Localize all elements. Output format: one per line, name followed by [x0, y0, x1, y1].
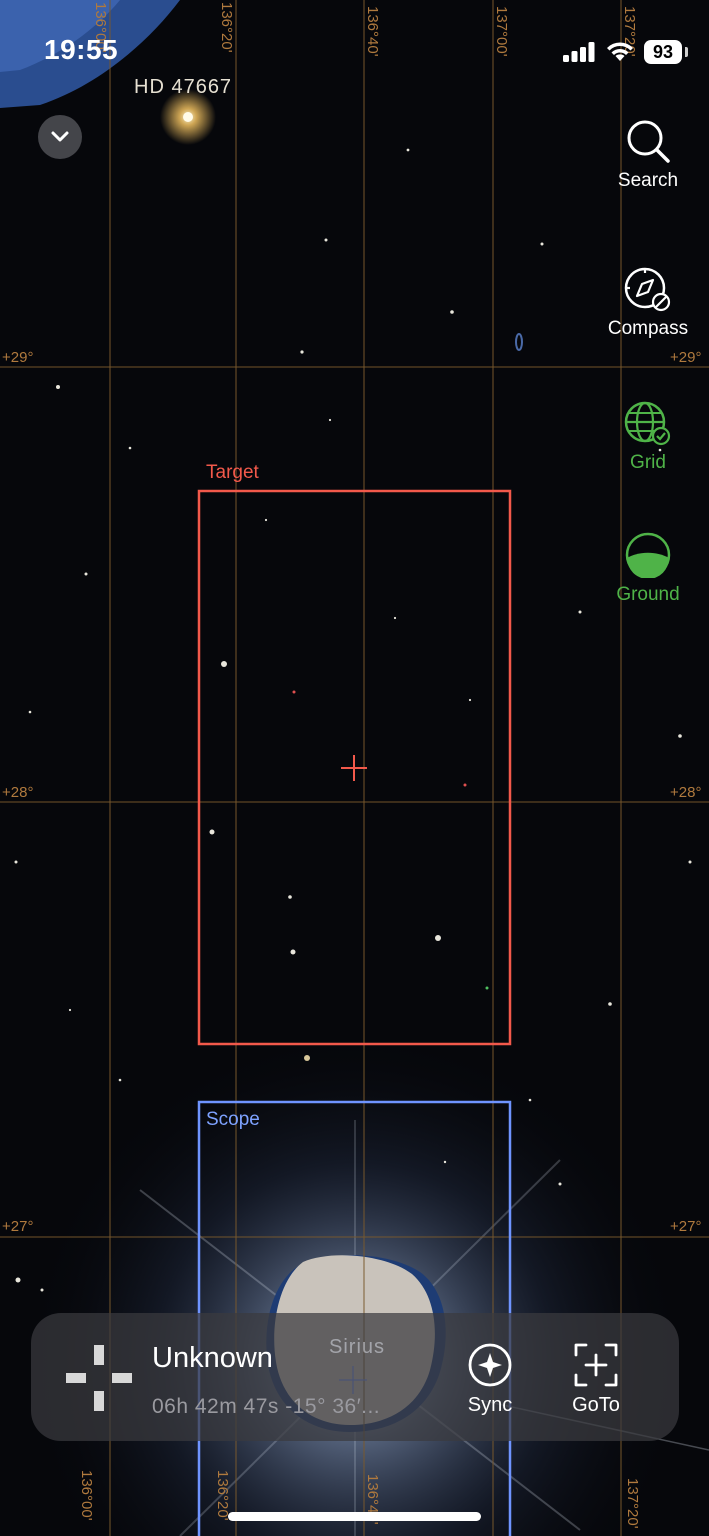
object-coordinates: 06h 42m 47s -15° 36′...: [152, 1395, 381, 1418]
star-label-hd47667: HD 47667: [134, 76, 233, 98]
dec-label: +27°: [670, 1218, 701, 1235]
ra-label: 137°20': [624, 1478, 641, 1529]
ground-icon: [625, 532, 671, 578]
ground-label: Ground: [616, 584, 680, 605]
search-button[interactable]: Search: [598, 118, 698, 192]
dec-label: +29°: [670, 349, 701, 366]
status-bar: 19:55 93: [0, 0, 709, 100]
status-time: 19:55: [44, 34, 119, 65]
sky-map[interactable]: +29° +29° +28° +28° +27° +27° 136°00' 13…: [0, 0, 709, 1536]
battery-level: 93: [644, 40, 682, 64]
globe-grid-icon: [624, 401, 671, 446]
ra-label: 136°00': [78, 1470, 95, 1521]
sync-label: Sync: [467, 1394, 513, 1416]
wifi-icon: [607, 42, 633, 61]
grid-label: Grid: [630, 452, 666, 473]
goto-target-icon: [574, 1343, 618, 1387]
compass-label: Compass: [607, 318, 689, 339]
home-indicator[interactable]: [228, 1512, 481, 1521]
battery-icon: [685, 47, 688, 57]
goto-button[interactable]: GoTo: [560, 1342, 632, 1417]
grid-toggle[interactable]: Grid: [598, 400, 698, 474]
star-label-sirius: Sirius: [329, 1336, 386, 1358]
dec-label: +28°: [670, 784, 701, 801]
goto-label: GoTo: [572, 1394, 620, 1416]
dec-label: +27°: [2, 1218, 33, 1235]
search-label: Search: [617, 170, 679, 191]
collapse-button[interactable]: [38, 115, 82, 159]
crosshair-icon: [66, 1345, 132, 1411]
sync-star-icon: [468, 1343, 512, 1387]
chevron-down-icon: [51, 131, 69, 142]
target-frame-label: Target: [206, 462, 259, 483]
scope-frame-label: Scope: [206, 1109, 260, 1130]
search-icon: [627, 120, 670, 163]
compass-button[interactable]: Compass: [598, 266, 698, 340]
ground-toggle[interactable]: Ground: [598, 532, 698, 606]
dec-label: +28°: [2, 784, 33, 801]
cellular-signal-icon: [563, 42, 595, 62]
sync-button[interactable]: Sync: [455, 1342, 525, 1417]
compass-icon: [624, 267, 671, 312]
object-name: Unknown: [152, 1342, 273, 1374]
dec-label: +29°: [2, 349, 33, 366]
